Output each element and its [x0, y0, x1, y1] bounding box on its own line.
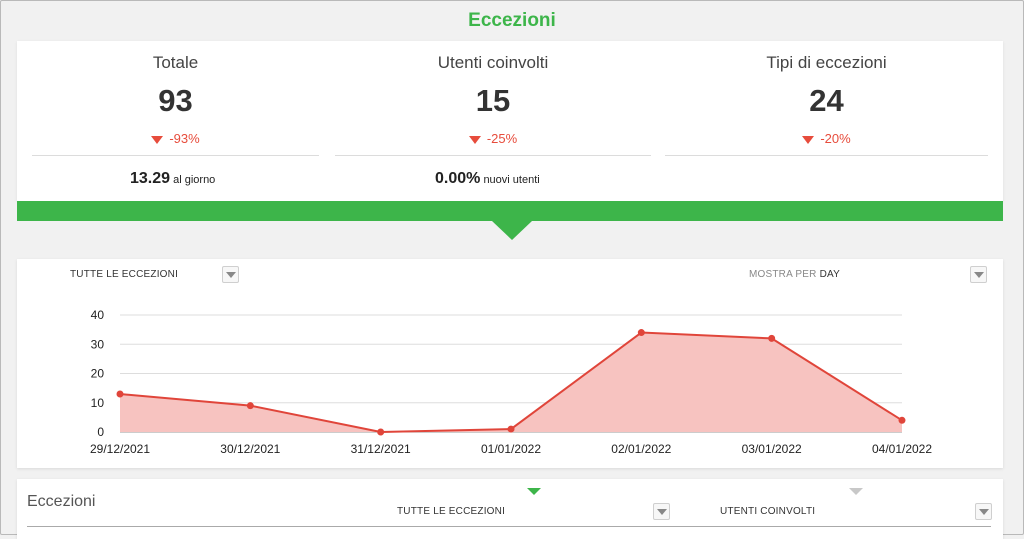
x-tick-label: 03/01/2022	[742, 442, 802, 456]
column-exceptions-dropdown[interactable]	[653, 503, 670, 520]
divider	[32, 155, 319, 156]
new-users-value: 0.00%	[435, 170, 481, 187]
stat-delta: -20%	[665, 131, 988, 146]
divider	[335, 155, 651, 156]
data-point	[507, 425, 515, 433]
column-header-exceptions[interactable]: TUTTE LE ECCEZIONI	[397, 506, 505, 517]
down-arrow-icon	[151, 135, 164, 144]
data-point	[246, 402, 254, 410]
selected-section-bar	[17, 201, 1003, 221]
exceptions-table-card: Eccezioni TUTTE LE ECCEZIONI UTENTI COIN…	[17, 479, 1003, 539]
data-point	[898, 416, 906, 424]
data-point	[768, 334, 776, 342]
stat-label: Tipi di eccezioni	[766, 53, 887, 72]
column-users-dropdown[interactable]	[975, 503, 992, 520]
chart-card: TUTTE LE ECCEZIONI MOSTRA PER DAY 0 10 20 3…	[17, 259, 1003, 468]
table-header-divider	[27, 526, 991, 527]
per-day-label: al giorno	[173, 174, 216, 186]
data-point	[637, 329, 645, 337]
stat-value: 15	[475, 83, 511, 118]
y-tick-label: 20	[91, 367, 105, 381]
y-tick-label: 40	[91, 308, 105, 322]
data-point	[116, 390, 124, 398]
x-tick-label: 04/01/2022	[872, 442, 932, 456]
x-tick-label: 01/01/2022	[481, 442, 541, 456]
stat-delta: -25%	[335, 131, 651, 146]
x-tick-label: 31/12/2021	[351, 442, 411, 456]
new-users-label: nuovi utenti	[483, 174, 540, 186]
down-arrow-icon	[468, 135, 481, 144]
per-day-value: 13.29	[130, 170, 171, 187]
down-arrow-icon	[802, 135, 815, 144]
x-tick-label: 02/01/2022	[611, 442, 671, 456]
stat-value: 24	[809, 83, 844, 118]
exceptions-area-chart: 0 10 20 30 40 29/12/2021 30/12/2021 31/12/2021 0…	[90, 308, 932, 456]
x-tick-label: 29/12/2021	[90, 442, 150, 456]
per-day-stat: 13.29 al giorno	[130, 170, 215, 188]
selection-pointer-icon	[492, 221, 532, 240]
new-users-stat: 0.00% nuovi utenti	[435, 170, 540, 188]
stat-label: Utenti coinvolti	[437, 53, 549, 72]
sort-inactive-icon[interactable]	[849, 488, 863, 495]
y-tick-label: 30	[91, 337, 105, 351]
y-tick-label: 10	[91, 396, 105, 410]
y-tick-label: 0	[97, 425, 104, 439]
divider	[665, 155, 988, 156]
stat-delta: -93%	[32, 131, 319, 146]
data-point	[377, 428, 385, 436]
x-tick-label: 30/12/2021	[220, 442, 280, 456]
table-title: Eccezioni	[27, 493, 96, 510]
summary-card: Totale 93 -93% Utenti coinvolti 15 -25% …	[17, 41, 1003, 201]
column-header-users[interactable]: UTENTI COINVOLTI	[720, 506, 815, 517]
stat-label: Totale	[152, 53, 199, 72]
stat-value: 93	[158, 83, 193, 118]
sort-active-icon[interactable]	[527, 488, 541, 495]
page-title: Eccezioni	[468, 10, 556, 31]
